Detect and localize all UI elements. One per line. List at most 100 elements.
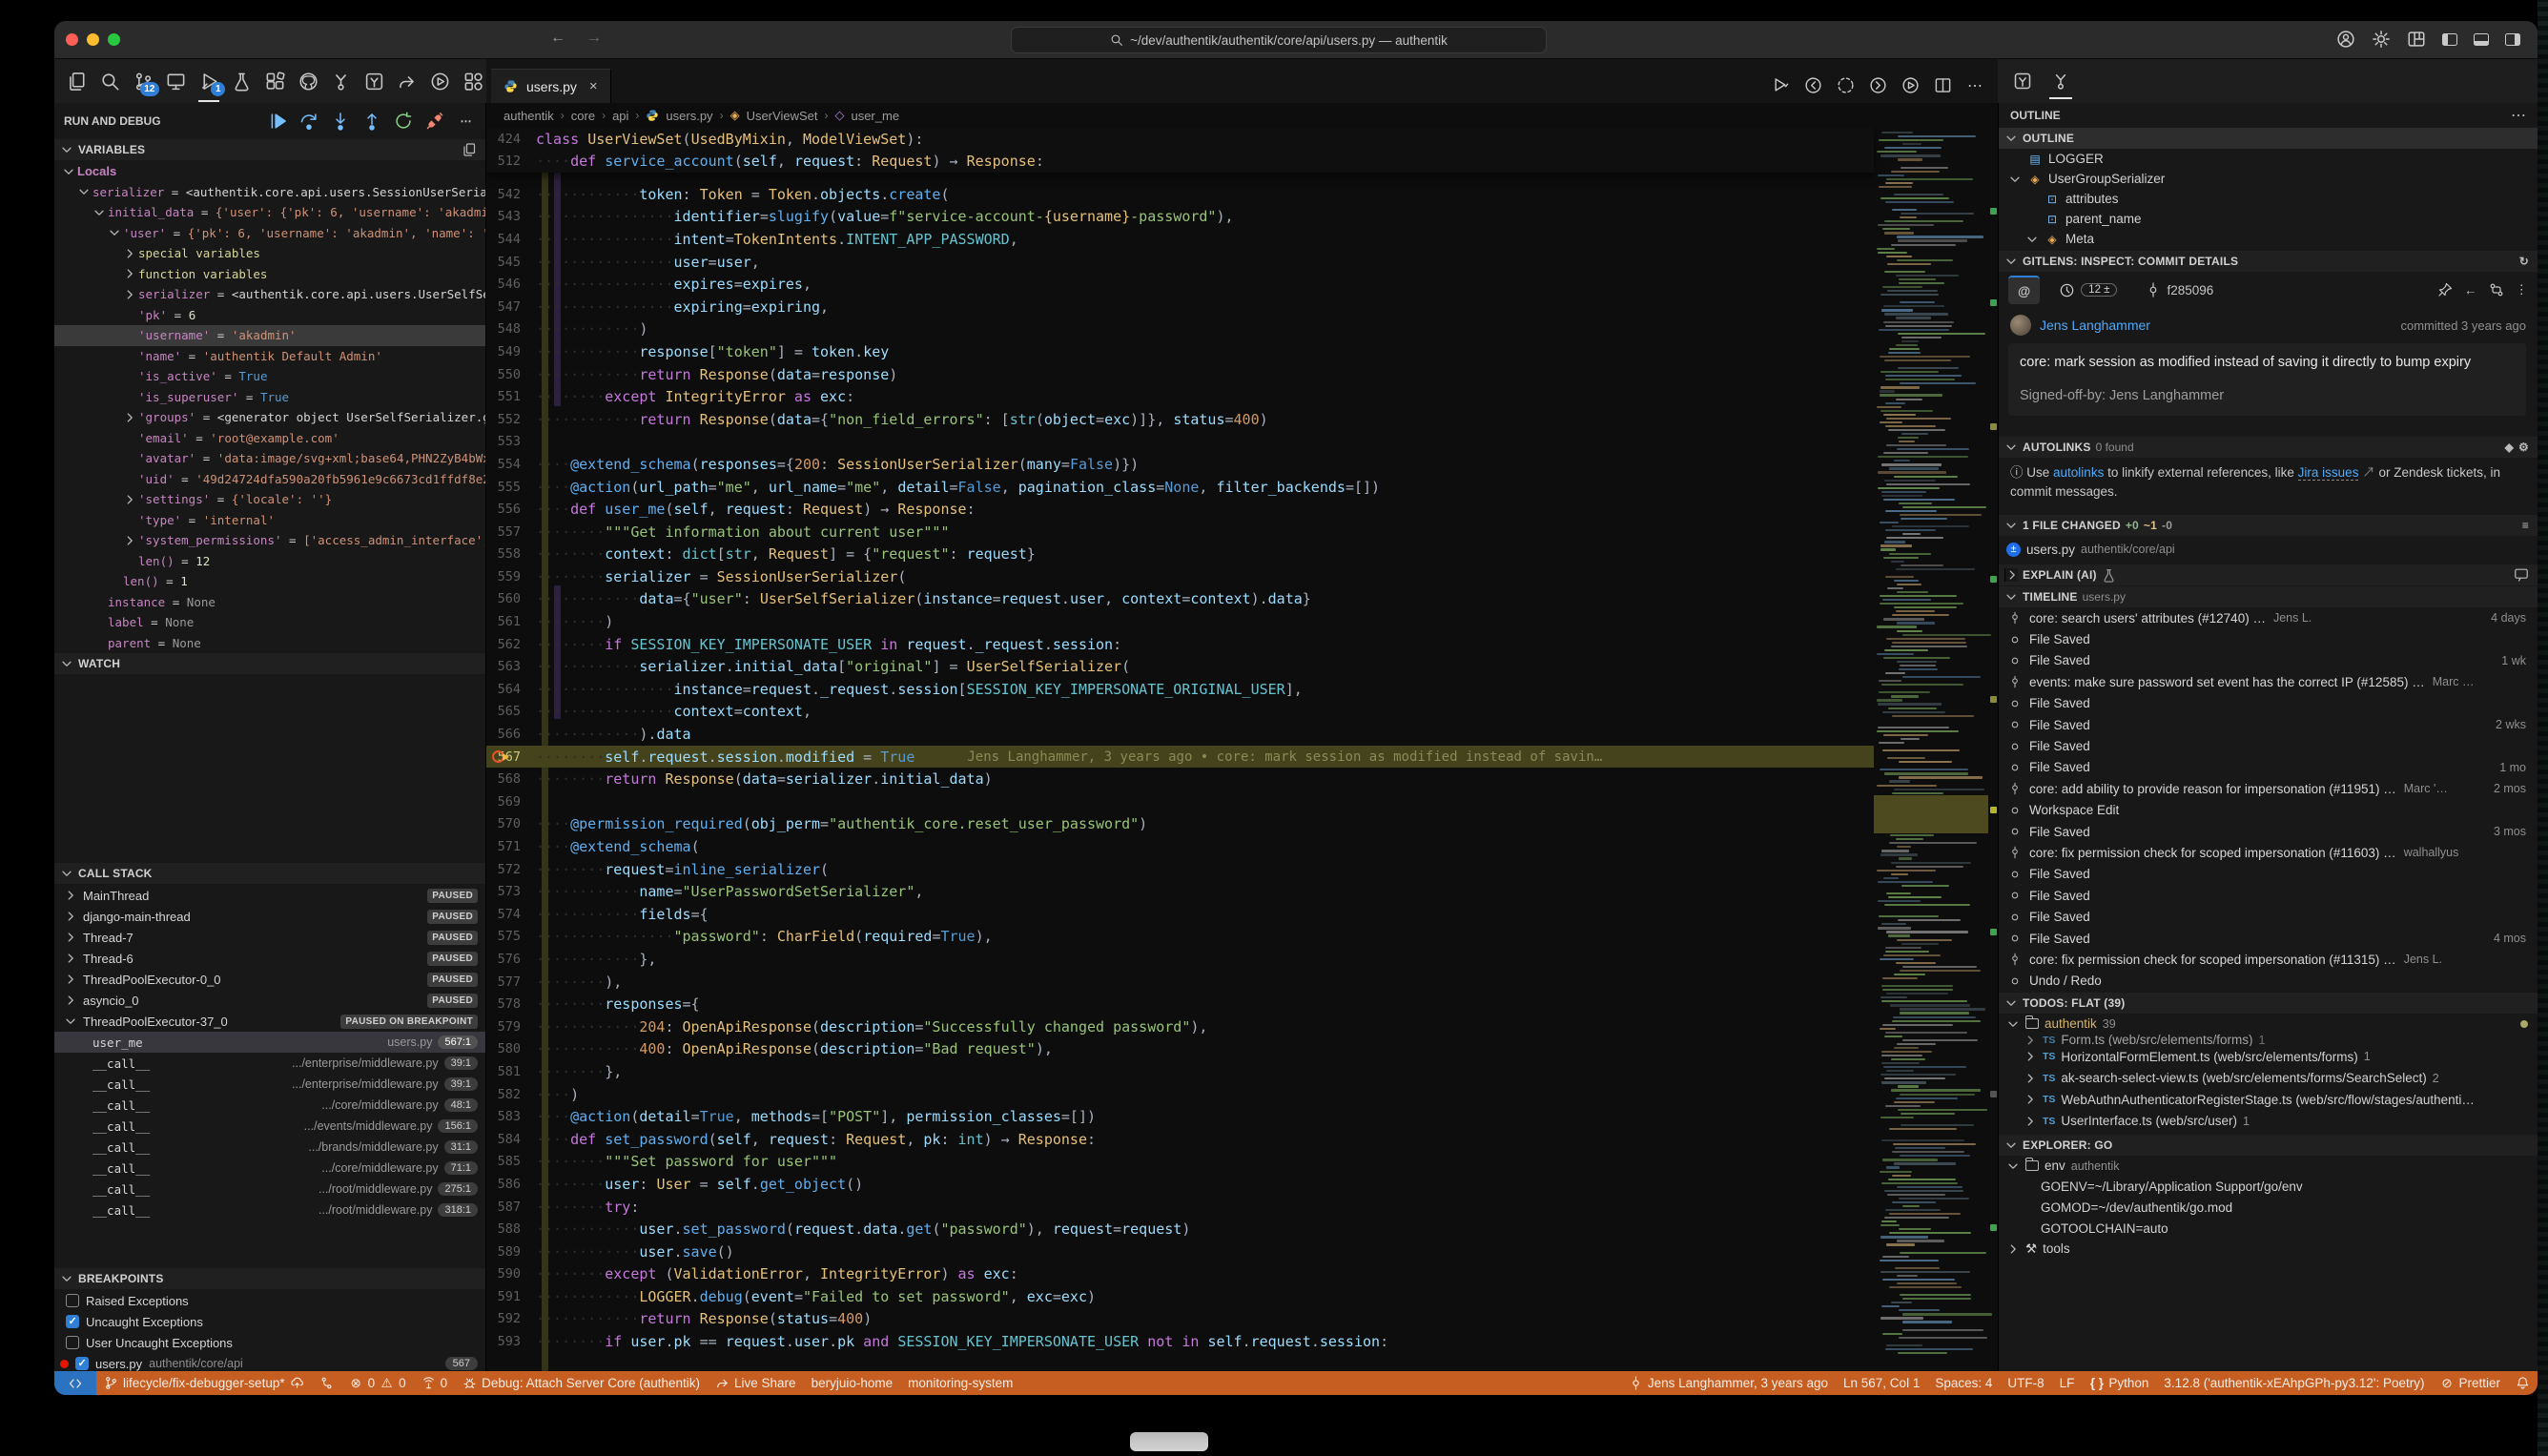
- code-line[interactable]: 591············LOGGER.debug(event="Faile…: [486, 1285, 1874, 1308]
- code-line[interactable]: 563············serializer.initial_data["…: [486, 655, 1874, 678]
- tree-chevron-icon[interactable]: [123, 370, 138, 383]
- step-back-icon[interactable]: [1804, 76, 1822, 94]
- code-line[interactable]: 574············fields={: [486, 903, 1874, 926]
- code-line[interactable]: 547················expiring=expiring,: [486, 296, 1874, 318]
- gitlens-icon[interactable]: [328, 67, 355, 95]
- breakpoint-checkbox[interactable]: [66, 1336, 79, 1349]
- variable-row[interactable]: 'name' = 'authentik Default Admin': [54, 346, 485, 367]
- variables-section-header[interactable]: VARIABLES: [54, 139, 485, 160]
- tree-chevron-icon[interactable]: [123, 554, 138, 567]
- timeline-item[interactable]: Workspace Edit: [1999, 800, 2538, 821]
- tree-chevron-icon[interactable]: [123, 288, 138, 301]
- code-line[interactable]: 542············token: Token = Token.obje…: [486, 183, 1874, 206]
- code-line[interactable]: 561········): [486, 610, 1874, 633]
- breakpoint-row[interactable]: User Uncaught Exceptions: [54, 1332, 485, 1353]
- tree-chevron-icon[interactable]: [123, 390, 138, 403]
- panel-bottom-icon[interactable]: [2474, 33, 2489, 46]
- code-line[interactable]: 579············204: OpenApiResponse(desc…: [486, 1015, 1874, 1038]
- todo-file-row[interactable]: TSHorizontalFormElement.ts (web/src/elem…: [1999, 1046, 2538, 1068]
- run-circle-icon[interactable]: [1901, 76, 1920, 94]
- variable-row[interactable]: 'pk' = 6: [54, 305, 485, 326]
- step-forward-icon[interactable]: [1869, 76, 1887, 94]
- tree-chevron-icon[interactable]: [2024, 1050, 2037, 1063]
- todo-file-row[interactable]: TSUserInterface.ts (web/src/user)1: [1999, 1111, 2538, 1133]
- timeline-item[interactable]: File Saved: [1999, 906, 2538, 927]
- outline-section-header[interactable]: OUTLINE: [1999, 128, 2538, 149]
- thread-row[interactable]: Thread-6PAUSED: [54, 948, 485, 969]
- tree-chevron-icon[interactable]: [2024, 1093, 2037, 1106]
- go-env-var-row[interactable]: GOMOD=~/dev/authentik/go.mod: [1999, 1197, 2538, 1218]
- tree-chevron-icon[interactable]: [108, 575, 123, 588]
- outline-row[interactable]: ▤LOGGER: [1999, 149, 2538, 169]
- variable-row[interactable]: Locals: [54, 161, 485, 182]
- thread-row[interactable]: asyncio_0PAUSED: [54, 990, 485, 1011]
- explain-ai-section-header[interactable]: EXPLAIN (AI): [1999, 564, 2538, 585]
- tree-chevron-icon[interactable]: [2008, 173, 2022, 186]
- timeline-section-header[interactable]: TIMELINE users.py: [1999, 586, 2538, 607]
- code-line[interactable]: 584····def set_password(self, request: R…: [486, 1128, 1874, 1151]
- timeline-item[interactable]: File Saved: [1999, 885, 2538, 906]
- tree-chevron-icon[interactable]: [2024, 1072, 2037, 1085]
- variable-row[interactable]: 'settings' = {'locale': ''}: [54, 489, 485, 510]
- tree-chevron-icon[interactable]: [2025, 233, 2039, 246]
- timeline-item[interactable]: events: make sure password set event has…: [1999, 671, 2538, 692]
- code-line[interactable]: 554····@extend_schema(responses={200: Se…: [486, 453, 1874, 476]
- code-line[interactable]: 567········self.request.session.modified…: [486, 746, 1874, 769]
- code-line[interactable]: 556····def user_me(self, request: Reques…: [486, 498, 1874, 521]
- step-out-icon[interactable]: [362, 112, 381, 131]
- breadcrumb-item[interactable]: api: [612, 109, 628, 123]
- tree-chevron-icon[interactable]: [123, 308, 138, 321]
- tree-chevron-icon[interactable]: [2006, 1159, 2020, 1173]
- kebab-menu-icon[interactable]: ⋮: [2516, 282, 2529, 297]
- code-line[interactable]: 424class UserViewSet(UsedByMixin, ModelV…: [486, 128, 1874, 151]
- history-forward-icon[interactable]: →: [586, 30, 602, 47]
- thread-row[interactable]: Thread-7PAUSED: [54, 927, 485, 948]
- remote-indicator[interactable]: [54, 1371, 96, 1395]
- changed-file-row[interactable]: ± users.py authentik/core/api: [1999, 538, 2185, 561]
- code-line[interactable]: 581········},: [486, 1060, 1874, 1083]
- tree-chevron-icon[interactable]: [64, 973, 77, 986]
- timeline-item[interactable]: File Saved: [1999, 693, 2538, 714]
- status-item[interactable]: Ln 567, Col 1: [1836, 1371, 1927, 1395]
- go-env-row[interactable]: envauthentik: [1999, 1156, 2538, 1176]
- minimap[interactable]: [1874, 128, 1988, 1371]
- tree-chevron-icon[interactable]: [77, 185, 92, 198]
- pin-icon[interactable]: [2437, 282, 2453, 297]
- window-controls[interactable]: [66, 33, 120, 46]
- variable-row[interactable]: function variables: [54, 264, 485, 285]
- tree-chevron-icon[interactable]: [64, 910, 77, 923]
- code-line[interactable]: 589············user.save(): [486, 1241, 1874, 1263]
- tree-chevron-icon[interactable]: [123, 267, 138, 280]
- variable-row[interactable]: 'is_superuser' = True: [54, 387, 485, 408]
- live-share-icon[interactable]: [394, 67, 421, 95]
- breakpoint-checkbox[interactable]: [66, 1294, 79, 1307]
- stack-frame-row[interactable]: __call__.../root/middleware.py275:1: [54, 1179, 485, 1200]
- more-icon[interactable]: ⋯: [2511, 106, 2526, 125]
- tree-chevron-icon[interactable]: [62, 165, 77, 178]
- explorer-go-section-header[interactable]: EXPLORER: GO: [1999, 1135, 2538, 1156]
- status-item[interactable]: 0: [414, 1371, 456, 1395]
- timeline-item[interactable]: core: add ability to provide reason for …: [1999, 778, 2538, 799]
- timeline-item[interactable]: File Saved: [1999, 628, 2538, 649]
- breakpoint-row[interactable]: Raised Exceptions: [54, 1290, 485, 1311]
- timeline-item[interactable]: File Saved1 mo: [1999, 757, 2538, 778]
- code-line[interactable]: 553: [486, 431, 1874, 454]
- gear-icon[interactable]: [2372, 30, 2391, 49]
- breakpoint-checkbox[interactable]: [66, 1315, 79, 1328]
- tree-chevron-icon[interactable]: [123, 472, 138, 485]
- variable-row[interactable]: 'system_permissions' = ['access_admin_in…: [54, 530, 485, 551]
- todo-file-row[interactable]: TSWebAuthnAuthenticatorRegisterStage.ts …: [1999, 1089, 2538, 1111]
- stack-frame-row[interactable]: __call__.../core/middleware.py71:1: [54, 1158, 485, 1179]
- tree-chevron-icon[interactable]: [123, 329, 138, 342]
- variable-row[interactable]: len() = 1: [54, 571, 485, 592]
- commit-message[interactable]: core: mark session as modified instead o…: [2008, 343, 2526, 416]
- code-line[interactable]: 586········user: User = self.get_object(…: [486, 1173, 1874, 1196]
- timeline-item[interactable]: File Saved2 wks: [1999, 714, 2538, 735]
- copy-icon[interactable]: [462, 142, 477, 157]
- code-line[interactable]: 564················instance=request._req…: [486, 678, 1874, 701]
- code-line[interactable]: 580············400: OpenApiResponse(desc…: [486, 1038, 1874, 1061]
- variable-row[interactable]: instance = None: [54, 592, 485, 613]
- thread-row[interactable]: ThreadPoolExecutor-0_0PAUSED: [54, 969, 485, 990]
- search-icon[interactable]: [97, 67, 124, 95]
- maximize-window-button[interactable]: [108, 33, 120, 46]
